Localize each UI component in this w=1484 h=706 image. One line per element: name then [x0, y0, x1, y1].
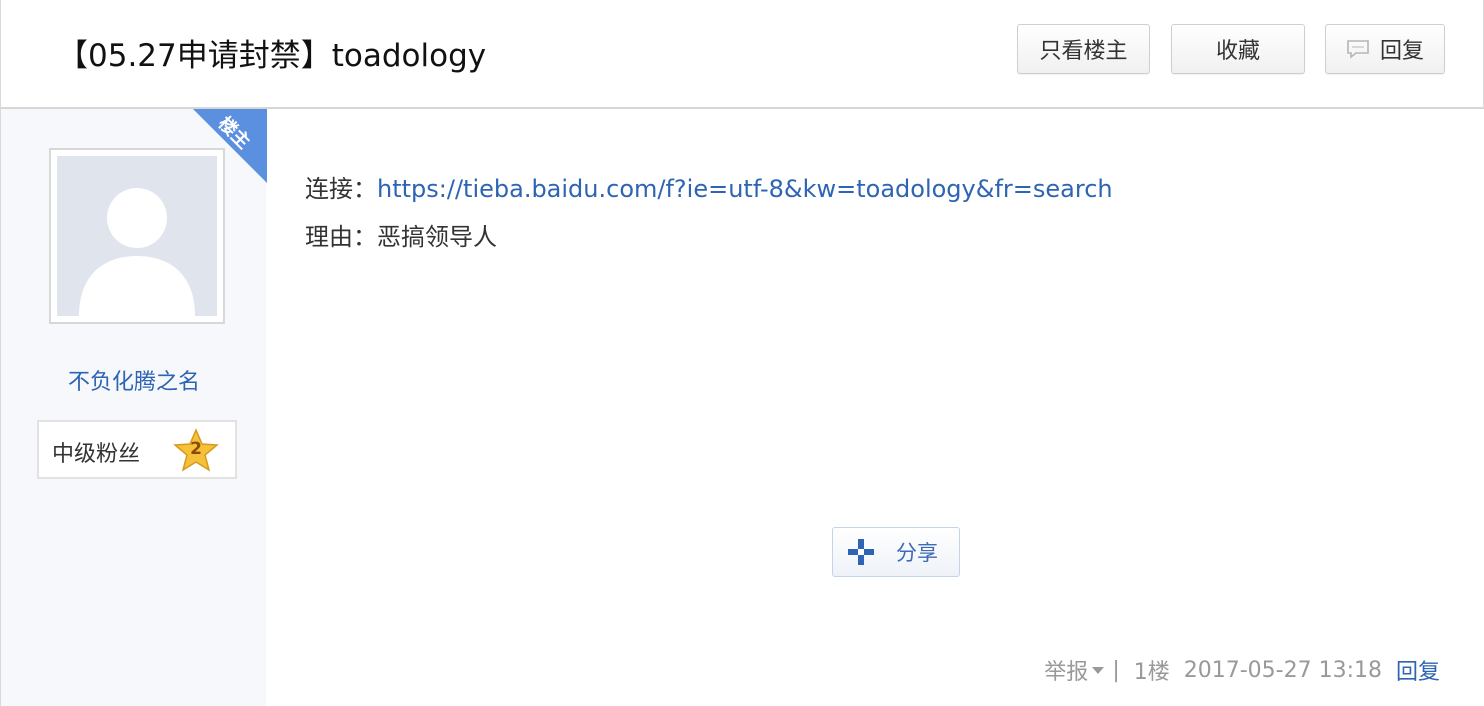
- report-label: 举报: [1044, 660, 1089, 685]
- thread-header: 【05.27申请封禁】toadology 只看楼主 收藏 回复: [0, 0, 1484, 109]
- comment-icon: [1347, 40, 1369, 59]
- footer-reply-link[interactable]: 回复: [1396, 654, 1440, 686]
- reply-button-label: 回复: [1379, 39, 1424, 64]
- reason-line: 理由：恶搞领导人: [305, 213, 1113, 261]
- share-plus-icon: [848, 539, 874, 565]
- footer-separator: |: [1112, 657, 1120, 683]
- post-timestamp: 2017-05-27 13:18: [1183, 657, 1382, 683]
- link-line: 连接：https://tieba.baidu.com/f?ie=utf-8&kw…: [305, 165, 1113, 213]
- author-panel: 楼主 不负化腾之名 中级粉丝 2: [0, 109, 267, 706]
- author-name-link[interactable]: 不负化腾之名: [1, 364, 267, 396]
- reason-label: 理由：: [305, 223, 377, 251]
- thread-title: 【05.27申请封禁】toadology: [57, 38, 487, 74]
- link-label: 连接：: [305, 175, 377, 203]
- floor-number: 1楼: [1133, 660, 1170, 685]
- reason-text: 恶搞领导人: [377, 223, 497, 251]
- caret-down-icon: [1092, 666, 1105, 674]
- favorite-button[interactable]: 收藏: [1171, 24, 1305, 74]
- post-content: 连接：https://tieba.baidu.com/f?ie=utf-8&kw…: [305, 165, 1113, 261]
- thread-author-badge: 楼主: [193, 109, 267, 183]
- share-button[interactable]: 分享: [832, 527, 960, 577]
- share-label: 分享: [896, 541, 938, 565]
- report-dropdown[interactable]: 举报: [1044, 654, 1112, 686]
- post-footer: 举报 | 1楼 2017-05-27 13:18 回复: [1044, 654, 1440, 686]
- only-author-button[interactable]: 只看楼主: [1017, 24, 1150, 74]
- level-star-icon: 2: [173, 428, 219, 472]
- fan-level-box[interactable]: 中级粉丝 2: [37, 420, 237, 479]
- post-link[interactable]: https://tieba.baidu.com/f?ie=utf-8&kw=to…: [377, 175, 1113, 203]
- level-number: 2: [190, 439, 202, 459]
- reply-button[interactable]: 回复: [1325, 24, 1445, 74]
- fan-level-title: 中级粉丝: [52, 442, 141, 467]
